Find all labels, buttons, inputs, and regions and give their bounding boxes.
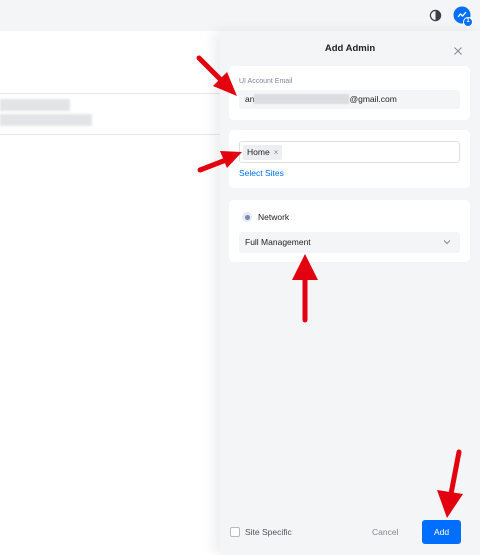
email-prefix: an	[245, 94, 255, 104]
panel-title: Add Admin	[324, 43, 376, 54]
role-dropdown[interactable]: Full Management	[239, 232, 460, 253]
annotation-arrow	[197, 151, 242, 173]
background-page	[0, 31, 230, 555]
annotation-arrow	[196, 55, 237, 96]
role-value: Full Management	[245, 237, 311, 247]
blurred-content	[0, 99, 70, 111]
sites-card: Home × Select Sites	[229, 130, 470, 188]
add-button[interactable]: Add	[422, 520, 461, 544]
top-bar: 1	[0, 0, 480, 31]
role-card: Network Full Management	[229, 200, 470, 262]
theme-toggle-icon[interactable]	[428, 8, 443, 23]
email-suffix: @gmail.com	[349, 94, 397, 104]
chevron-down-icon	[443, 240, 451, 245]
blurred-content	[0, 114, 92, 126]
network-label: Network	[258, 212, 290, 222]
site-specific-checkbox[interactable]	[230, 527, 240, 537]
email-field[interactable]: an @gmail.com	[239, 90, 460, 109]
network-app-row: Network	[242, 212, 289, 222]
site-chip-home: Home ×	[243, 145, 283, 160]
email-card: UI Account Email an @gmail.com	[229, 66, 470, 120]
chip-remove-icon[interactable]: ×	[274, 145, 279, 160]
annotation-arrow	[292, 254, 318, 323]
notification-badge: 1	[463, 17, 473, 27]
email-label: UI Account Email	[239, 78, 293, 85]
network-icon	[242, 212, 252, 222]
divider	[0, 134, 230, 135]
site-chip-label: Home	[247, 147, 270, 157]
panel-footer: Site Specific Cancel Add	[220, 517, 480, 555]
email-redacted-part	[254, 93, 350, 104]
annotation-arrow	[437, 449, 463, 518]
close-icon[interactable]	[453, 43, 463, 55]
cloud-notification-icon[interactable]: 1	[453, 6, 473, 27]
cancel-button[interactable]: Cancel	[372, 527, 398, 537]
sites-input[interactable]: Home ×	[239, 141, 460, 163]
site-specific-label: Site Specific	[245, 527, 292, 537]
